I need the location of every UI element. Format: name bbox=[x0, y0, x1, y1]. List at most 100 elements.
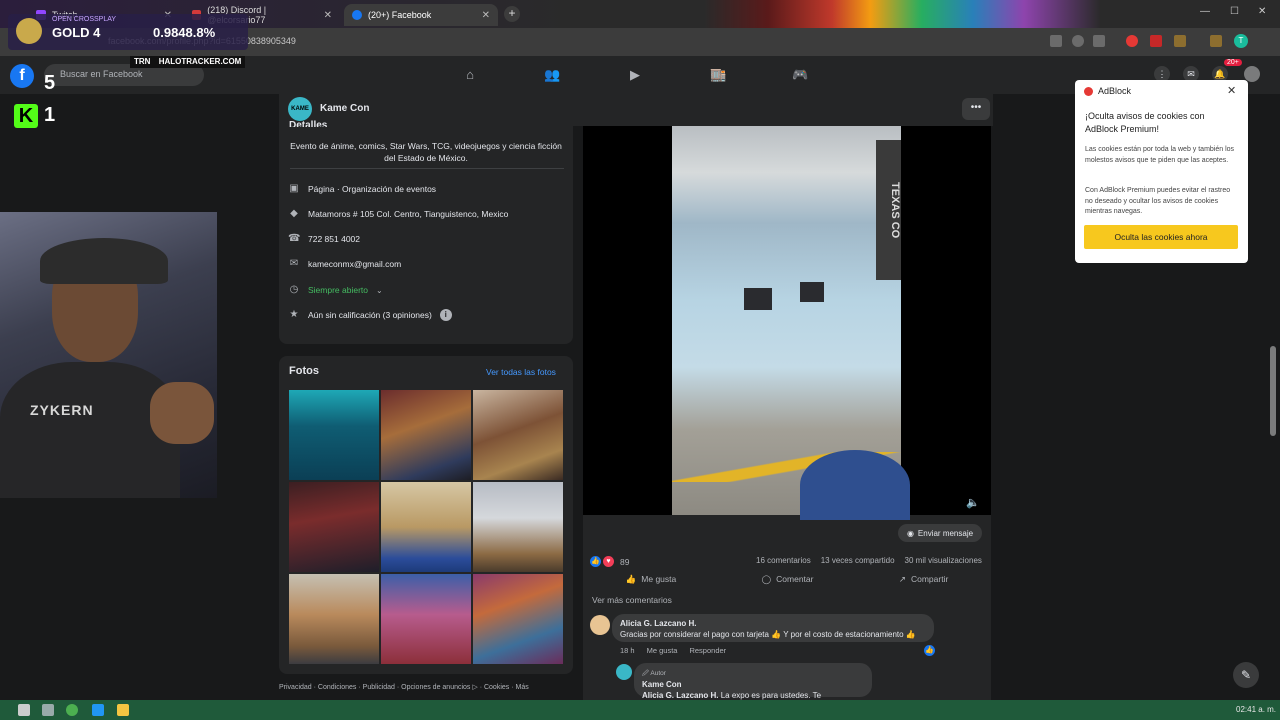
photo-thumbnail[interactable] bbox=[473, 390, 563, 480]
reactions-summary[interactable]: 👍 ♥ 89 bbox=[590, 556, 629, 567]
volume-icon[interactable]: 🔈 bbox=[966, 496, 980, 509]
trn-label: TRN bbox=[134, 57, 151, 66]
phone-text[interactable]: 722 851 4002 bbox=[308, 234, 360, 244]
friends-icon[interactable]: 👥 bbox=[544, 67, 560, 82]
comment-time[interactable]: 18 h bbox=[620, 646, 635, 655]
detail-phone: ☎ 722 851 4002 bbox=[288, 232, 360, 246]
comment-like-button[interactable]: Me gusta bbox=[647, 646, 678, 655]
photo-thumbnail[interactable] bbox=[289, 574, 379, 664]
video-icon[interactable]: ▶ bbox=[627, 67, 643, 82]
tab-facebook[interactable]: (20+) Facebook ✕ bbox=[344, 4, 498, 26]
webcam-feed: ZYKERN bbox=[0, 212, 217, 498]
star-icon: ★ bbox=[289, 309, 299, 320]
kick-score: 1 bbox=[44, 104, 56, 126]
crossplay-label: OPEN CROSSPLAY bbox=[52, 16, 117, 23]
adblock-paragraph: Con AdBlock Premium puedes evitar el ras… bbox=[1085, 187, 1231, 215]
photo-thumbnail[interactable] bbox=[381, 482, 471, 572]
details-heading: Detalles bbox=[289, 120, 328, 127]
email-text[interactable]: kameconmx@gmail.com bbox=[308, 259, 401, 269]
adblock-title: ¡Oculta avisos de cookies con AdBlock Pr… bbox=[1085, 111, 1205, 134]
compose-edit-icon[interactable]: ✎ bbox=[1233, 662, 1259, 688]
close-icon[interactable]: ✕ bbox=[482, 10, 490, 21]
address-text[interactable]: Matamoros # 105 Col. Centro, Tianguisten… bbox=[308, 209, 508, 219]
send-message-button[interactable]: ◉ Enviar mensaje bbox=[898, 524, 982, 542]
photo-thumbnail[interactable] bbox=[381, 390, 471, 480]
photo-thumbnail[interactable] bbox=[289, 390, 379, 480]
taskbar-clock: 02:41 a. m. bbox=[1236, 705, 1277, 714]
rank-emblem-icon bbox=[16, 18, 42, 44]
tracker-label: HALOTRACKER.COM bbox=[158, 57, 242, 66]
phone-icon: ☎ bbox=[288, 233, 301, 244]
page-footer-links[interactable]: Privacidad · Condiciones · Publicidad · … bbox=[279, 683, 529, 691]
love-reaction-icon: ♥ bbox=[603, 556, 614, 567]
reply-author[interactable]: Kame Con bbox=[642, 680, 682, 689]
more-options-button[interactable]: ••• bbox=[962, 98, 990, 120]
gaming-icon[interactable]: 🎮 bbox=[792, 67, 808, 82]
see-more-comments-link[interactable]: Ver más comentarios bbox=[592, 595, 672, 605]
minimize-icon[interactable]: — bbox=[1200, 6, 1210, 17]
rank-percent: 0.9848.8% bbox=[153, 25, 216, 40]
photo-thumbnail[interactable] bbox=[473, 574, 563, 664]
see-all-photos-link[interactable]: Ver todas las fotos bbox=[486, 367, 556, 377]
detail-rating: ★ Aún sin calificación (3 opiniones) i bbox=[288, 308, 452, 322]
adblock-popup: AdBlock ✕ ¡Oculta avisos de cookies con … bbox=[1075, 80, 1248, 263]
reply-mention[interactable]: Alicia G. Lazcano H. bbox=[642, 691, 718, 700]
app-icon[interactable] bbox=[92, 704, 104, 716]
share-arrow-icon: ↗ bbox=[898, 573, 906, 584]
windows-start-icon[interactable] bbox=[18, 704, 30, 716]
kick-logo-icon: K bbox=[14, 104, 38, 128]
page-avatar[interactable]: KAME CON bbox=[288, 97, 312, 136]
comment-bubble-icon: ◯ bbox=[761, 573, 772, 584]
photo-thumbnail[interactable] bbox=[473, 482, 563, 572]
profile-avatar[interactable]: T bbox=[1234, 34, 1248, 48]
maximize-icon[interactable]: ☐ bbox=[1230, 6, 1239, 17]
page-title[interactable]: Kame Con bbox=[320, 103, 369, 114]
commenter-avatar[interactable] bbox=[590, 615, 610, 635]
clock-icon: ◷ bbox=[289, 284, 299, 295]
hide-cookies-button[interactable]: Oculta las cookies ahora bbox=[1084, 225, 1238, 249]
detail-address: ◆ Matamoros # 105 Col. Centro, Tianguist… bbox=[288, 207, 508, 221]
file-explorer-icon[interactable] bbox=[117, 704, 129, 716]
share-button[interactable]: ↗ Compartir bbox=[899, 570, 948, 588]
page-scrollbar[interactable] bbox=[1270, 346, 1276, 436]
views-count: 30 mil visualizaciones bbox=[904, 556, 982, 565]
puzzle-icon[interactable] bbox=[1174, 35, 1186, 47]
post-stats: 16 comentarios 13 veces compartido 30 mi… bbox=[756, 556, 982, 565]
photos-title: Fotos bbox=[289, 365, 319, 377]
photo-thumbnail[interactable] bbox=[289, 482, 379, 572]
marketplace-icon[interactable]: 🏬 bbox=[710, 67, 726, 82]
zoom-icon[interactable] bbox=[1072, 35, 1084, 47]
comment-button[interactable]: ◯ Comentar bbox=[762, 570, 814, 588]
page-description: Evento de ánime, comics, Star Wars, TCG,… bbox=[290, 141, 562, 163]
close-icon[interactable]: ✕ bbox=[1227, 84, 1236, 97]
install-icon[interactable] bbox=[1050, 35, 1062, 47]
task-view-icon[interactable] bbox=[42, 704, 54, 716]
bookmark-star-icon[interactable] bbox=[1093, 35, 1105, 47]
detail-hours[interactable]: ◷ Siempre abierto ⌄ bbox=[288, 283, 383, 297]
reaction-count: 89 bbox=[620, 556, 630, 567]
comments-count[interactable]: 16 comentarios bbox=[756, 556, 811, 565]
adblock-extension-icon[interactable] bbox=[1126, 35, 1138, 47]
facebook-score: 5 bbox=[44, 72, 56, 94]
reply-author-avatar[interactable] bbox=[616, 664, 632, 680]
info-circle-icon[interactable]: i bbox=[439, 309, 452, 321]
shares-count[interactable]: 13 veces compartido bbox=[821, 556, 895, 565]
comment-reply-button[interactable]: Responder bbox=[689, 646, 726, 655]
chrome-icon[interactable] bbox=[66, 704, 78, 716]
photo-thumbnail[interactable] bbox=[381, 574, 471, 664]
account-avatar[interactable] bbox=[1244, 66, 1260, 82]
extension-icon[interactable] bbox=[1150, 35, 1162, 47]
new-tab-button[interactable]: + bbox=[504, 6, 520, 22]
hours-text[interactable]: Siempre abierto bbox=[308, 285, 368, 295]
like-reaction-icon: 👍 bbox=[590, 556, 601, 567]
close-window-icon[interactable]: ✕ bbox=[1258, 6, 1266, 17]
close-icon[interactable]: ✕ bbox=[324, 10, 332, 21]
comment-bubble: Alicia G. Lazcano H. Gracias por conside… bbox=[612, 614, 934, 642]
like-button[interactable]: 👍 Me gusta bbox=[626, 570, 677, 588]
comment-author[interactable]: Alicia G. Lazcano H. bbox=[620, 619, 696, 628]
facebook-icon bbox=[352, 10, 362, 20]
home-icon[interactable]: ⌂ bbox=[462, 67, 478, 82]
like-label: Me gusta bbox=[641, 574, 677, 584]
menu-list-icon[interactable] bbox=[1210, 35, 1222, 47]
chevron-down-icon[interactable]: ⌄ bbox=[376, 286, 383, 295]
